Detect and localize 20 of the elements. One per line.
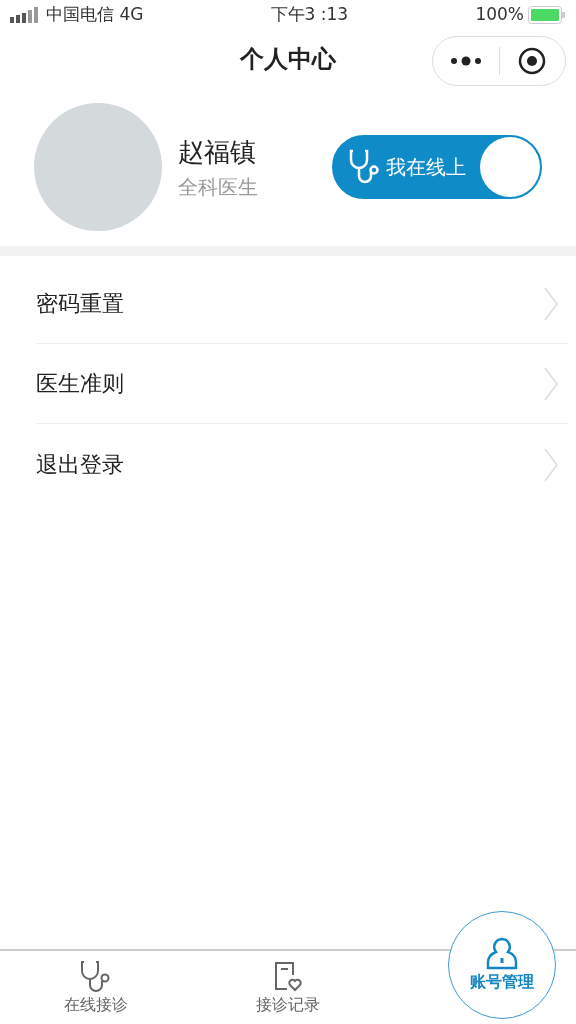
stethoscope-icon [348,148,382,186]
chevron-right-icon [544,366,558,401]
clock-text: 下午3 :13 [269,3,350,27]
menu-item[interactable]: 医生准则 [36,344,568,424]
online-toggle[interactable]: 我在线上 [332,135,542,199]
toggle-label: 我在线上 [386,154,467,181]
chevron-right-icon [544,446,558,482]
doctor-name: 赵福镇 [178,135,257,169]
menu-item[interactable]: 密码重置 [36,264,568,344]
battery-text: 100% [475,3,524,27]
tab-item[interactable]: 在线接诊 [0,951,192,1024]
chevron-right-icon [544,286,558,321]
doctor-role: 全科医生 [178,173,259,201]
carrier-text: 中国电信 4G [46,3,144,27]
tab-item[interactable]: 账号管理 [448,911,556,1019]
page-title: 个人中心 [240,44,336,75]
toggle-knob [480,137,540,197]
tab-item[interactable]: 接诊记录 [192,951,384,1024]
person-icon [485,936,519,970]
menu-item[interactable]: 退出登录 [36,424,568,504]
